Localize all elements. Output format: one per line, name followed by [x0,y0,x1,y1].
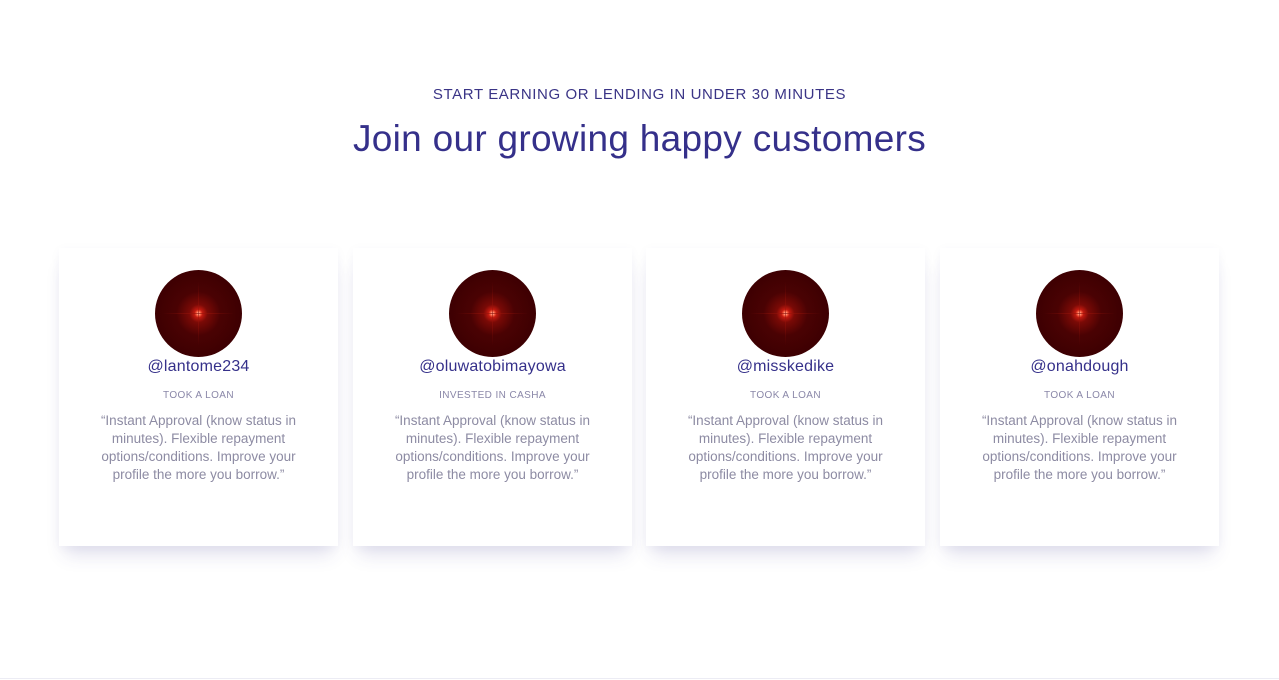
section-eyebrow: START EARNING OR LENDING IN UNDER 30 MIN… [432,86,847,103]
section-divider [0,678,1279,679]
customer-handle: @lantome234 [147,358,250,375]
customer-role: INVESTED IN CASHA [439,390,546,401]
customer-handle: @onahdough [1030,358,1129,375]
testimonial-card: @onahdough TOOK A LOAN “Instant Approval… [940,248,1219,546]
customer-role: TOOK A LOAN [750,390,821,401]
customer-handle: @oluwatobimayowa [419,358,566,375]
customer-role: TOOK A LOAN [163,390,234,401]
avatar [449,270,536,357]
testimonials-section: START EARNING OR LENDING IN UNDER 30 MIN… [0,0,1279,680]
testimonial-quote: “Instant Approval (know status in minute… [394,413,591,482]
avatar [742,270,829,357]
testimonial-card: @oluwatobimayowa INVESTED IN CASHA “Inst… [353,248,632,546]
testimonial-card: @lantome234 TOOK A LOAN “Instant Approva… [59,248,338,546]
customer-handle: @misskedike [736,358,835,375]
testimonial-quote: “Instant Approval (know status in minute… [100,413,297,482]
testimonial-quote: “Instant Approval (know status in minute… [687,413,884,482]
testimonial-quote: “Instant Approval (know status in minute… [981,413,1178,482]
testimonial-card: @misskedike TOOK A LOAN “Instant Approva… [646,248,925,546]
section-headline: Join our growing happy customers [352,118,927,159]
avatar [1036,270,1123,357]
testimonial-cards: @lantome234 TOOK A LOAN “Instant Approva… [59,248,1219,546]
avatar [155,270,242,357]
customer-role: TOOK A LOAN [1044,390,1115,401]
